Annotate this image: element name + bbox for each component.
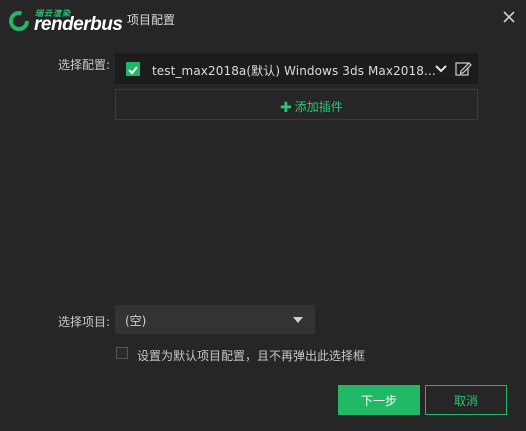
default-config-checkbox[interactable] <box>116 347 128 359</box>
triangle-down-icon <box>293 317 303 323</box>
cancel-button[interactable]: 取消 <box>425 385 507 415</box>
pencil-edit-icon[interactable] <box>454 60 472 78</box>
config-checkbox[interactable] <box>126 62 140 76</box>
checkmark-icon <box>128 66 138 75</box>
add-plugin-label: 添加插件 <box>294 100 343 114</box>
project-select-value: (空) <box>125 314 147 328</box>
config-value: test_max2018a(默认) Windows 3ds Max2018... <box>152 64 436 78</box>
config-label: 选择配置: <box>58 58 111 72</box>
add-plugin-button[interactable]: ✚ 添加插件 <box>115 89 478 120</box>
brand-name: renderbus <box>34 14 123 35</box>
add-plugin-content: ✚ 添加插件 <box>280 98 343 116</box>
config-selector[interactable]: test_max2018a(默认) Windows 3ds Max2018... <box>115 53 478 84</box>
project-select[interactable]: (空) <box>115 305 315 334</box>
default-config-label: 设置为默认项目配置，且不再弹出此选择框 <box>137 349 366 363</box>
brand-logo: 瑞云渲染 renderbus <box>8 8 123 35</box>
window-title: 项目配置 <box>127 13 176 27</box>
project-label: 选择项目: <box>58 315 111 329</box>
close-icon[interactable] <box>500 8 518 26</box>
next-button[interactable]: 下一步 <box>338 385 420 415</box>
title-bar: 瑞云渲染 renderbus 项目配置 <box>0 0 526 40</box>
plus-icon: ✚ <box>280 100 292 116</box>
renderbus-logo-icon <box>9 11 29 31</box>
chevron-down-icon[interactable] <box>434 63 448 75</box>
